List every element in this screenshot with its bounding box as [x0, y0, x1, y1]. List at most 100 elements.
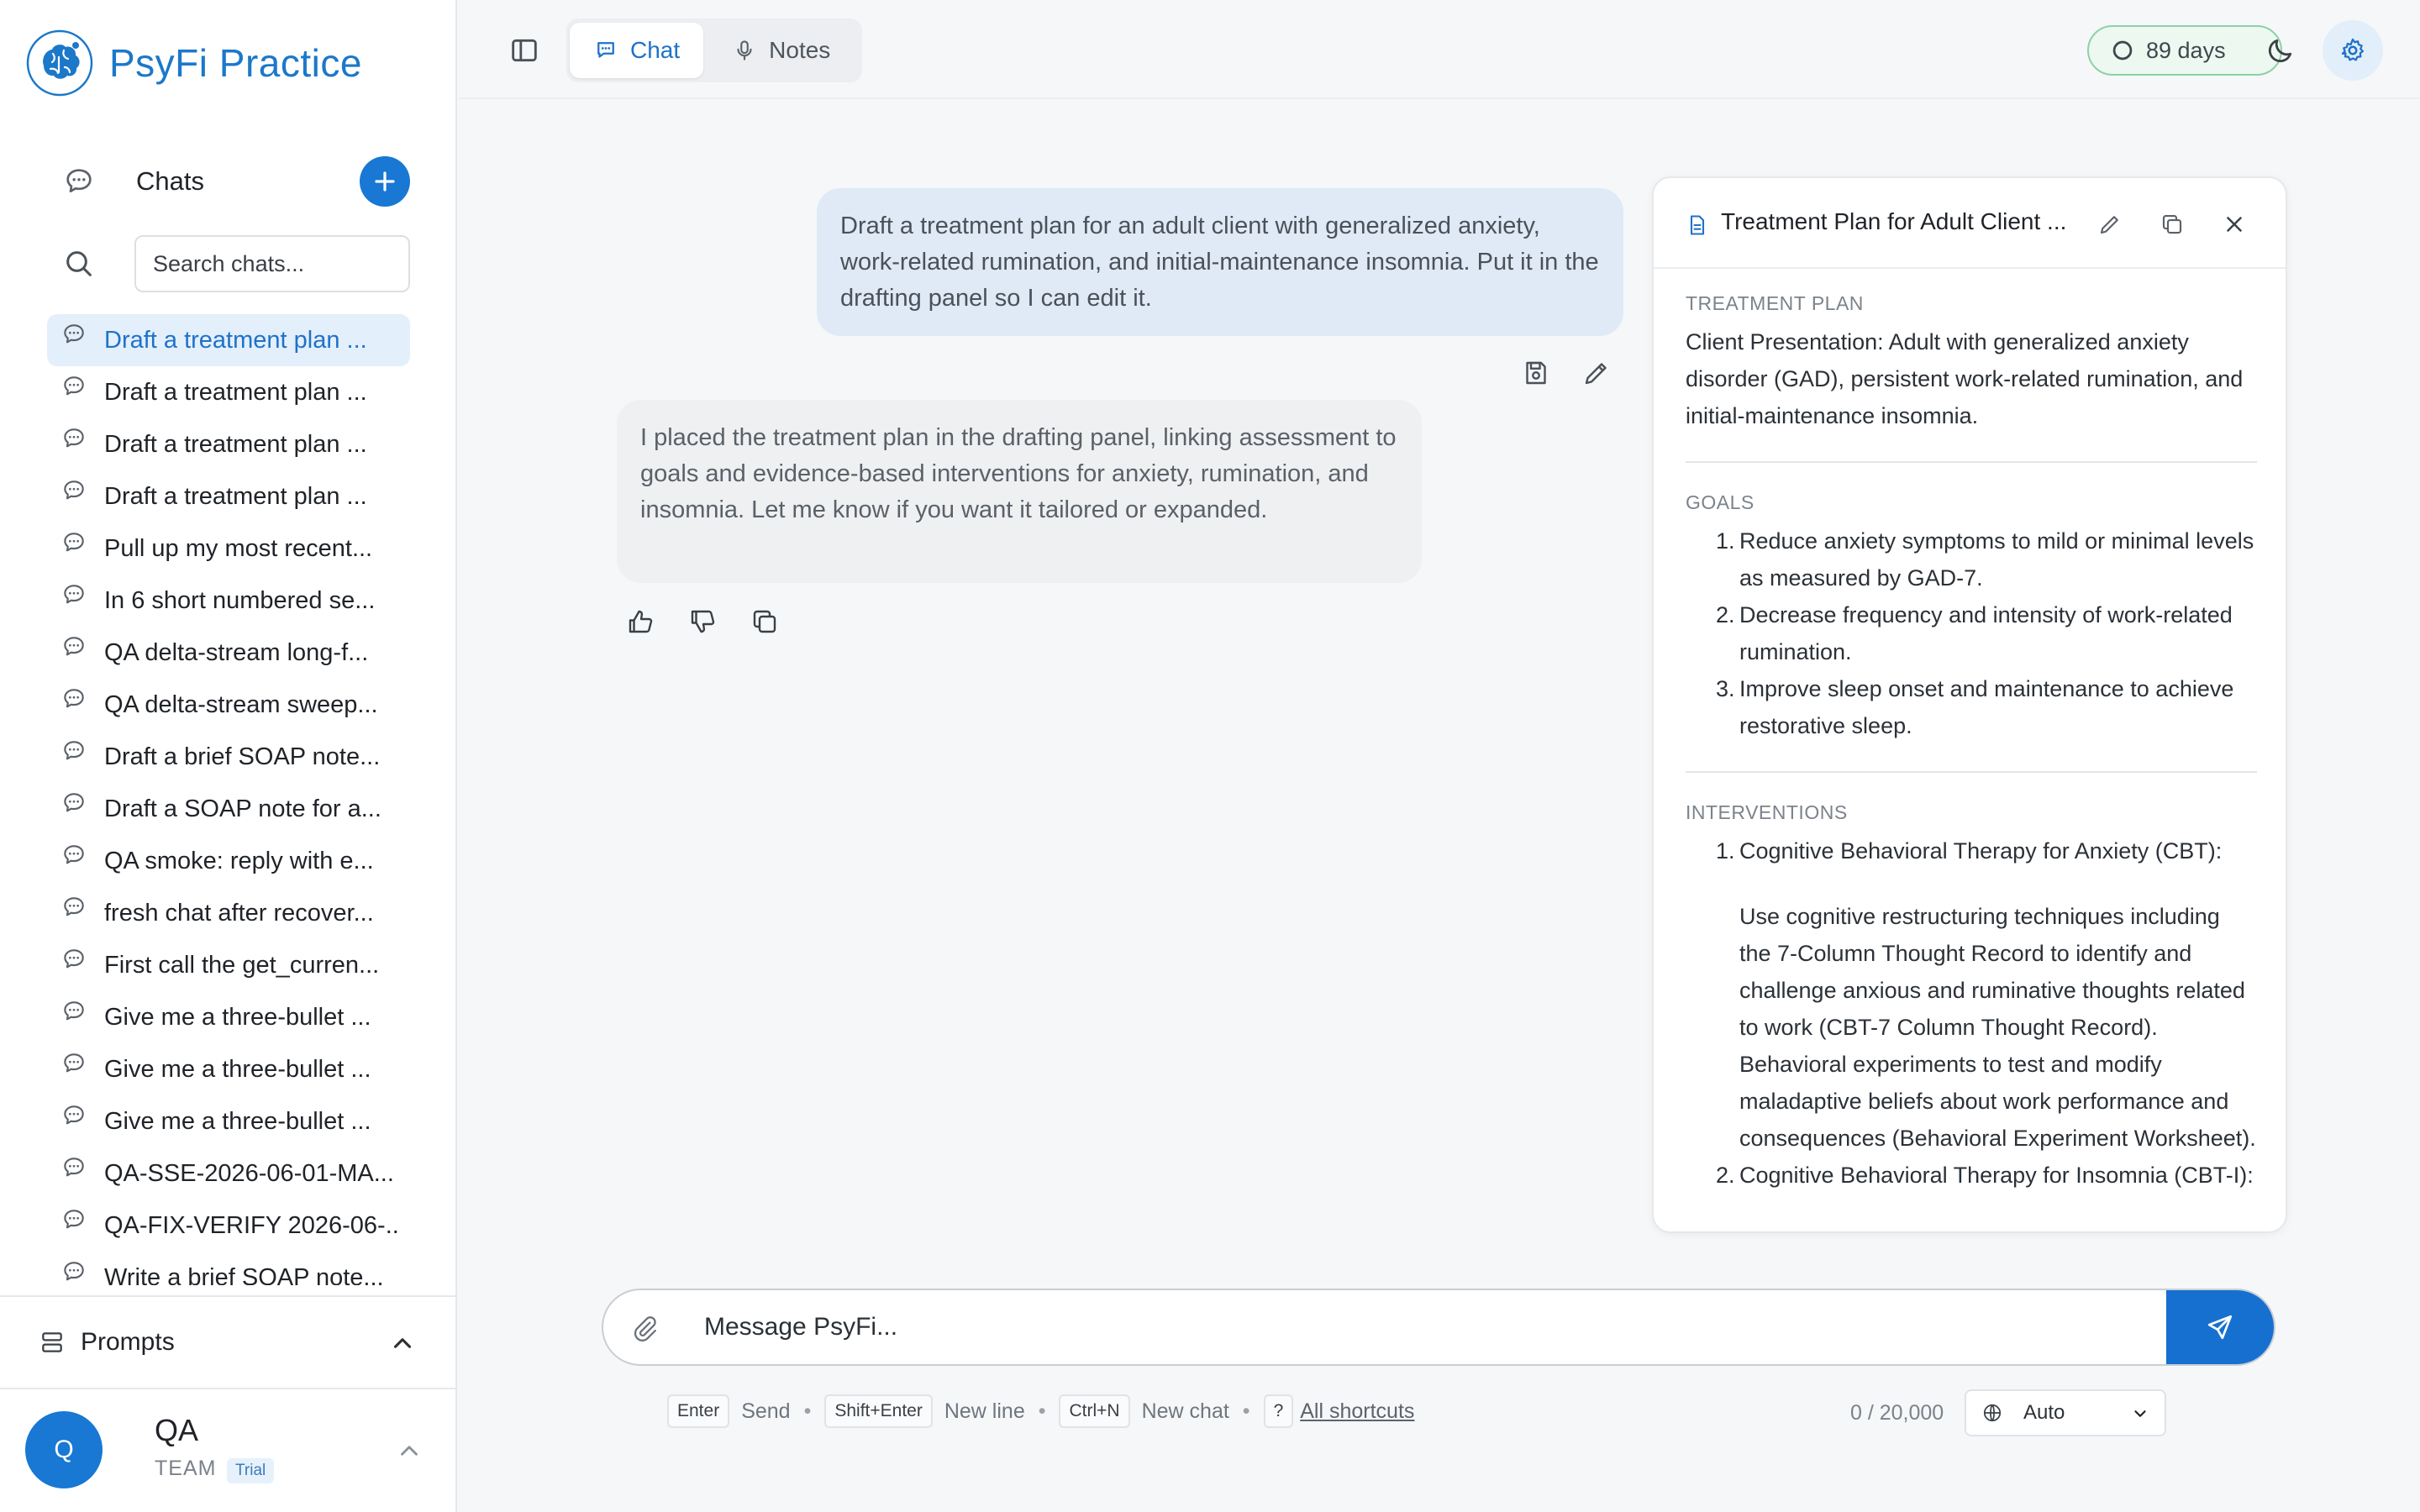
hint-separator: •: [1038, 1399, 1046, 1423]
chat-list-item[interactable]: Pull up my most recent...: [47, 522, 410, 575]
sidebar-toggle-icon[interactable]: [508, 34, 541, 67]
message-input[interactable]: [704, 1290, 1914, 1364]
chat-bubble-icon: [66, 169, 92, 192]
chat-list-item[interactable]: Draft a treatment plan ...: [47, 366, 410, 418]
mode-select[interactable]: Auto: [1965, 1389, 2166, 1436]
chat-list-item[interactable]: In 6 short numbered se...: [47, 575, 410, 627]
goal-item: 2. Decrease frequency and intensity of wo…: [1716, 602, 2233, 664]
thumbs-up-icon[interactable]: [625, 606, 655, 637]
chat-list-item[interactable]: Draft a SOAP note for a...: [47, 783, 410, 835]
thumbs-down-icon[interactable]: [687, 606, 718, 637]
chat-title: Draft a brief SOAP note...: [104, 743, 381, 770]
chat-list-item[interactable]: Draft a brief SOAP note...: [47, 731, 410, 783]
chat-title: First call the get_curren...: [104, 951, 380, 979]
moon-icon[interactable]: [2264, 34, 2297, 67]
search-icon: [66, 251, 92, 276]
paperclip-icon[interactable]: [630, 1314, 659, 1342]
keyboard-hints: Enter Send • Shift+Enter New line • Ctrl…: [667, 1394, 1414, 1428]
copy-icon[interactable]: [2160, 212, 2185, 237]
chat-title: Give me a three-bullet ...: [104, 1055, 371, 1083]
drafting-panel: Treatment Plan for Adult Client ... TREA…: [1652, 176, 2287, 1233]
chat-list-item[interactable]: QA delta-stream sweep...: [47, 679, 410, 731]
intervention-detail: Use cognitive restructuring techniques i…: [1739, 904, 2256, 1151]
close-icon[interactable]: [2222, 212, 2247, 237]
chat-title: QA smoke: reply with e...: [104, 847, 374, 874]
chat-bubble-icon: [64, 1158, 84, 1177]
goals-list: 1. Reduce anxiety symptoms to mild or min…: [1686, 522, 2257, 744]
chat-title: QA delta-stream sweep...: [104, 690, 378, 718]
message-composer: [602, 1289, 2275, 1366]
chat-bubble-icon: [64, 585, 84, 604]
drafting-panel-content[interactable]: TREATMENT PLAN Client Presentation: Adul…: [1686, 292, 2257, 1194]
stack-icon: [42, 1332, 62, 1352]
send-button[interactable]: [2166, 1290, 2274, 1364]
user-message-actions: [1521, 358, 1612, 388]
search-chats-input[interactable]: [134, 235, 410, 292]
hint-send: Send: [741, 1399, 791, 1423]
chat-title: In 6 short numbered se...: [104, 586, 376, 614]
chat-list-item[interactable]: QA-SSE-2026-06-01-MA...: [47, 1147, 410, 1200]
chat-title: Draft a treatment plan ...: [104, 482, 367, 510]
chat-title: Pull up my most recent...: [104, 534, 373, 562]
app-logo[interactable]: PsyFi Practice: [25, 29, 362, 97]
intervention-item: 1. Cognitive Behavioral Therapy for Anxie…: [1716, 838, 2223, 864]
assistant-message-actions: [625, 606, 780, 637]
pencil-icon[interactable]: [1581, 358, 1612, 388]
prompts-section[interactable]: Prompts: [0, 1295, 455, 1388]
chat-list-item[interactable]: fresh chat after recover...: [47, 887, 410, 939]
drafting-panel-header: Treatment Plan for Adult Client ...: [1654, 178, 2286, 269]
chat-tab-icon: [597, 42, 614, 58]
all-shortcuts-link[interactable]: All shortcuts: [1300, 1399, 1414, 1424]
chat-bubble-icon: [64, 324, 84, 344]
chat-bubble-icon: [64, 845, 84, 864]
chat-title: Draft a treatment plan ...: [104, 378, 367, 406]
drafting-panel-title: Treatment Plan for Adult Client ...: [1721, 208, 2067, 234]
chat-list-item[interactable]: Write a brief SOAP note...: [47, 1252, 410, 1285]
chat-title: Draft a treatment plan ...: [104, 430, 367, 458]
user-message: Draft a treatment plan for an adult clie…: [817, 188, 1623, 336]
chat-list-item[interactable]: Give me a three-bullet ...: [47, 1095, 410, 1147]
chat-list-item[interactable]: Give me a three-bullet ...: [47, 991, 410, 1043]
chat-list-item[interactable]: QA smoke: reply with e...: [47, 835, 410, 887]
goals-heading: GOALS: [1686, 491, 1754, 513]
trial-days-badge[interactable]: 89 days: [2087, 25, 2282, 76]
tab-chat[interactable]: Chat: [570, 23, 704, 78]
plus-icon: [375, 171, 395, 192]
globe-icon: [1983, 1404, 2002, 1422]
copy-icon[interactable]: [750, 606, 780, 637]
intervention-item: 2. Cognitive Behavioral Therapy for Insom…: [1716, 1163, 2254, 1188]
chevron-up-icon[interactable]: [388, 1329, 417, 1357]
avatar: Q: [25, 1411, 103, 1488]
tab-notes[interactable]: Notes: [708, 23, 854, 78]
chat-list-item[interactable]: QA delta-stream long-f...: [47, 627, 410, 679]
chats-title: Chats: [136, 166, 204, 196]
chat-bubble-icon: [64, 428, 84, 448]
section-divider: [1686, 771, 2257, 773]
chat-title: QA-SSE-2026-06-01-MA...: [104, 1159, 394, 1187]
chat-title: fresh chat after recover...: [104, 899, 374, 927]
edit-icon[interactable]: [2097, 212, 2123, 237]
chat-list-item[interactable]: QA-FIX-VERIFY 2026-06-...: [47, 1200, 410, 1252]
chat-bubble-icon: [64, 376, 84, 396]
chat-list-item[interactable]: First call the get_curren...: [47, 939, 410, 991]
chat-bubble-icon: [64, 689, 84, 708]
app-name: PsyFi Practice: [109, 41, 362, 85]
chat-bubble-icon: [64, 949, 84, 969]
hint-separator: •: [1242, 1399, 1250, 1423]
chat-list-item[interactable]: Draft a treatment plan ...: [47, 470, 410, 522]
microphone-icon: [737, 40, 752, 60]
chat-list-item[interactable]: Give me a three-bullet ...: [47, 1043, 410, 1095]
chat-bubble-icon: [64, 1001, 84, 1021]
chevron-up-icon[interactable]: [395, 1436, 424, 1465]
kbd-ctrl-n: Ctrl+N: [1059, 1394, 1130, 1428]
user-profile[interactable]: Q QA TEAM Trial: [0, 1388, 455, 1512]
save-icon[interactable]: [1521, 358, 1551, 388]
kbd-enter: Enter: [667, 1394, 730, 1428]
settings-button[interactable]: [2323, 20, 2383, 81]
chat-list-item[interactable]: Draft a treatment plan ...: [47, 314, 410, 366]
interventions-heading: INTERVENTIONS: [1686, 801, 1848, 823]
top-bar: Chat Notes 89 days: [459, 0, 2420, 99]
new-chat-button[interactable]: [360, 156, 410, 207]
chat-bubble-icon: [64, 1053, 84, 1073]
chat-list-item[interactable]: Draft a treatment plan ...: [47, 418, 410, 470]
